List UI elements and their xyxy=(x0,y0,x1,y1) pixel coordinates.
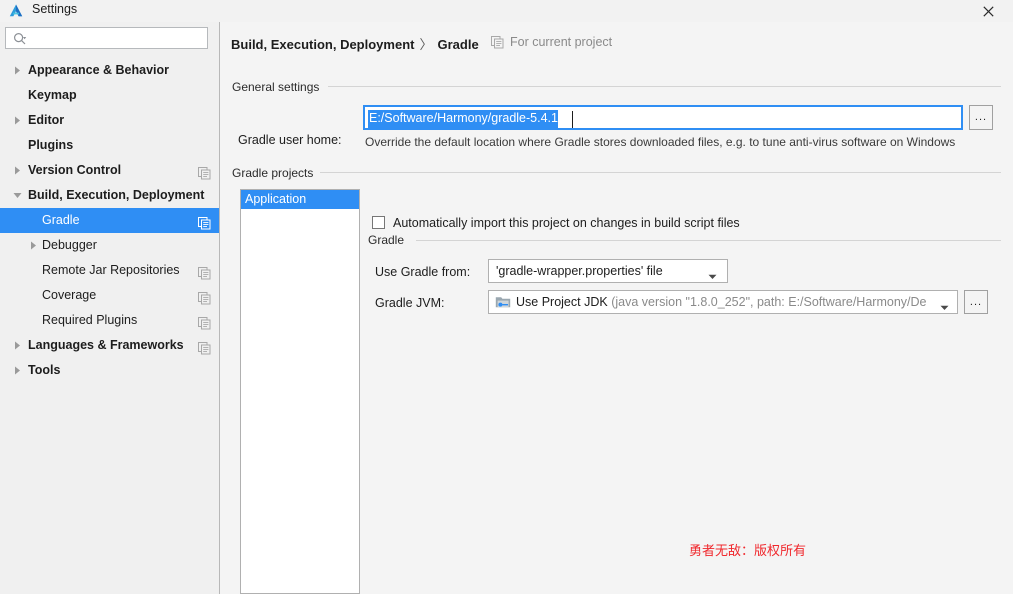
project-scope-icon xyxy=(198,264,211,280)
gradle-jvm-browse-button[interactable]: ... xyxy=(964,290,988,314)
gradle-project-list[interactable]: Application xyxy=(240,189,360,594)
gradle-jvm-label: Gradle JVM: xyxy=(375,296,445,310)
sidebar-item-required-plugins[interactable]: Required Plugins xyxy=(0,308,219,333)
gradle-user-home-value: E:/Software/Harmony/gradle-5.4.1 xyxy=(368,110,558,128)
chevron-right-icon[interactable] xyxy=(12,158,22,183)
chevron-down-icon[interactable] xyxy=(708,269,717,279)
sidebar-item-debugger[interactable]: Debugger xyxy=(0,233,219,258)
auto-import-label: Automatically import this project on cha… xyxy=(393,216,740,230)
auto-import-checkbox[interactable] xyxy=(372,216,385,229)
sidebar-item-label: Build, Execution, Deployment xyxy=(28,188,205,202)
list-item[interactable]: Application xyxy=(241,190,359,209)
use-gradle-from-value: 'gradle-wrapper.properties' file xyxy=(496,264,663,278)
chevron-right-icon[interactable] xyxy=(12,333,22,358)
text-caret xyxy=(572,111,573,128)
sidebar-item-label: Editor xyxy=(28,113,65,127)
auto-import-checkbox-row[interactable]: Automatically import this project on cha… xyxy=(372,216,740,230)
general-settings-rule xyxy=(328,86,1001,87)
sidebar-item-remote-jar-repositories[interactable]: Remote Jar Repositories xyxy=(0,258,219,283)
ide-logo-icon xyxy=(8,3,24,19)
sidebar-item-keymap[interactable]: Keymap xyxy=(0,83,219,108)
sidebar-item-label: Languages & Frameworks xyxy=(28,338,184,352)
search-icon xyxy=(13,32,27,46)
project-scope-icon xyxy=(198,314,211,330)
sidebar-item-version-control[interactable]: Version Control xyxy=(0,158,219,183)
gradle-projects-rule xyxy=(320,172,1001,173)
sidebar-item-build-execution-deployment[interactable]: Build, Execution, Deployment xyxy=(0,183,219,208)
sidebar-item-languages-frameworks[interactable]: Languages & Frameworks xyxy=(0,333,219,358)
gradle-jvm-dropdown[interactable]: Use Project JDK (java version "1.8.0_252… xyxy=(488,290,958,314)
chevron-right-icon[interactable] xyxy=(12,358,22,383)
gradle-projects-group-label: Gradle projects xyxy=(232,166,320,180)
gradle-user-home-browse-button[interactable]: ... xyxy=(969,105,993,130)
breadcrumb-separator-icon: 〉 xyxy=(419,37,433,52)
general-settings-group-label: General settings xyxy=(232,80,326,94)
settings-tree: Appearance & Behavior Keymap Editor Plugins… xyxy=(0,58,219,383)
settings-dialog: Settings Appearance & Behavior Keymap Edit… xyxy=(0,0,1013,594)
gradle-jvm-value-detail: (java version "1.8.0_252", path: E:/Soft… xyxy=(611,295,927,309)
breadcrumb-current: Gradle xyxy=(437,37,479,52)
sidebar-item-label: Coverage xyxy=(42,288,97,302)
sidebar-item-label: Tools xyxy=(28,363,61,377)
chevron-down-icon[interactable] xyxy=(940,300,949,310)
sidebar-item-label: Keymap xyxy=(28,88,77,102)
close-icon[interactable] xyxy=(971,0,1005,22)
sidebar-item-label: Plugins xyxy=(28,138,74,152)
window-title: Settings xyxy=(32,2,78,16)
gradle-inner-rule xyxy=(416,240,1001,241)
search-input[interactable] xyxy=(5,27,208,49)
sidebar-item-tools[interactable]: Tools xyxy=(0,358,219,383)
for-current-project-label: For current project xyxy=(510,35,613,49)
settings-sidebar: Appearance & Behavior Keymap Editor Plugins… xyxy=(0,22,219,594)
sidebar-item-editor[interactable]: Editor xyxy=(0,108,219,133)
project-scope-icon xyxy=(198,339,211,355)
sidebar-item-label: Required Plugins xyxy=(42,313,138,327)
breadcrumb-parent[interactable]: Build, Execution, Deployment xyxy=(231,37,414,52)
titlebar: Settings xyxy=(0,0,1013,22)
sidebar-item-label: Gradle xyxy=(42,213,80,227)
use-gradle-from-label: Use Gradle from: xyxy=(375,265,471,279)
sidebar-item-coverage[interactable]: Coverage xyxy=(0,283,219,308)
gradle-jvm-value-main: Use Project JDK xyxy=(516,295,608,309)
jdk-module-icon xyxy=(495,295,511,310)
settings-content: Build, Execution, Deployment 〉 Gradle For … xyxy=(220,22,1013,594)
watermark-text: 勇者无敌：版权所有 xyxy=(689,543,807,558)
gradle-user-home-hint: Override the default location where Grad… xyxy=(365,135,956,149)
for-current-project: For current project xyxy=(491,35,613,49)
project-scope-icon xyxy=(491,36,504,49)
gradle-user-home-label: Gradle user home: xyxy=(238,133,342,147)
chevron-right-icon[interactable] xyxy=(12,108,22,133)
sidebar-item-label: Debugger xyxy=(42,238,97,252)
chevron-down-icon[interactable] xyxy=(12,183,22,208)
project-scope-icon xyxy=(198,164,211,180)
gradle-user-home-input[interactable]: E:/Software/Harmony/gradle-5.4.1 xyxy=(363,105,963,130)
sidebar-item-label: Appearance & Behavior xyxy=(28,63,170,77)
chevron-right-icon[interactable] xyxy=(28,233,38,258)
gradle-jvm-value: Use Project JDK (java version "1.8.0_252… xyxy=(516,295,926,309)
use-gradle-from-dropdown[interactable]: 'gradle-wrapper.properties' file xyxy=(488,259,728,283)
chevron-right-icon[interactable] xyxy=(12,58,22,83)
breadcrumb: Build, Execution, Deployment 〉 Gradle xyxy=(231,34,479,53)
sidebar-item-plugins[interactable]: Plugins xyxy=(0,133,219,158)
sidebar-item-appearance-behavior[interactable]: Appearance & Behavior xyxy=(0,58,219,83)
sidebar-item-gradle[interactable]: Gradle xyxy=(0,208,219,233)
sidebar-item-label: Remote Jar Repositories xyxy=(42,263,180,277)
gradle-inner-group-label: Gradle xyxy=(368,233,411,247)
project-scope-icon xyxy=(198,214,211,230)
project-scope-icon xyxy=(198,289,211,305)
sidebar-item-label: Version Control xyxy=(28,163,122,177)
